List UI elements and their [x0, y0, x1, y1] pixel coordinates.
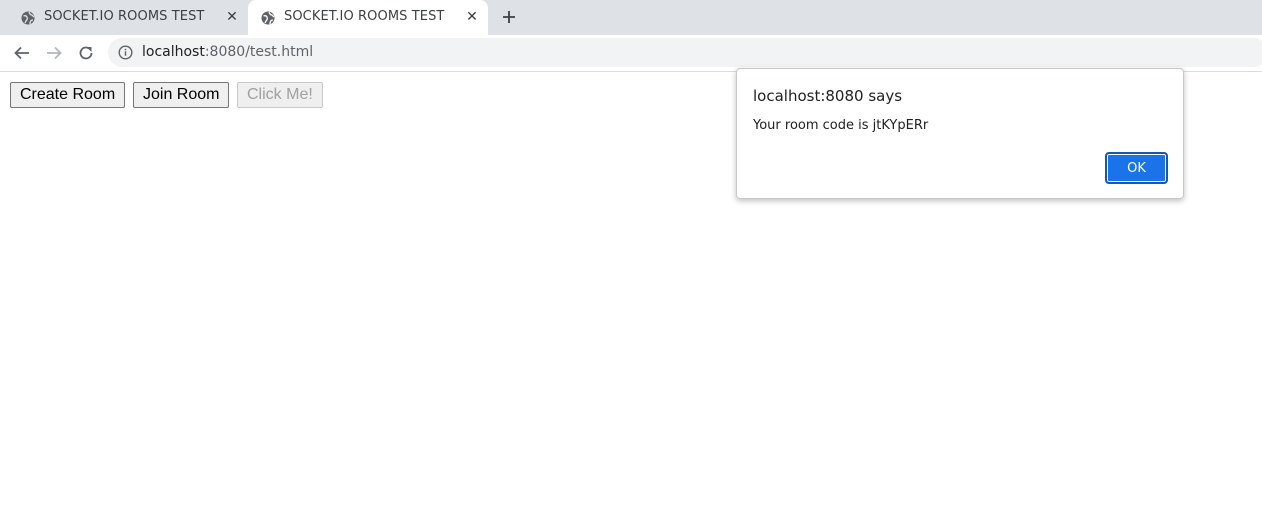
globe-icon — [260, 10, 276, 26]
tab-title: SOCKET.IO ROOMS TEST — [44, 9, 205, 24]
tab-inactive[interactable]: SOCKET.IO ROOMS TEST ✕ — [8, 0, 248, 35]
dialog-title: localhost:8080 says — [753, 87, 903, 105]
join-room-button[interactable]: Join Room — [133, 82, 230, 108]
reload-icon[interactable] — [75, 42, 97, 64]
url-path: :8080/test.html — [204, 44, 314, 60]
forward-arrow-icon[interactable] — [43, 42, 65, 64]
info-icon[interactable] — [118, 45, 133, 60]
create-room-button[interactable]: Create Room — [10, 82, 126, 108]
ok-button[interactable]: OK — [1105, 152, 1168, 184]
plus-icon[interactable] — [499, 7, 519, 27]
tab-title: SOCKET.IO ROOMS TEST — [284, 9, 445, 24]
close-icon[interactable]: ✕ — [224, 9, 240, 25]
back-arrow-icon[interactable] — [11, 42, 33, 64]
tab-strip: SOCKET.IO ROOMS TEST ✕ SOCKET.IO ROOMS T… — [0, 0, 1262, 35]
click-me-button: Click Me! — [237, 82, 323, 108]
alert-dialog: localhost:8080 says Your room code is jt… — [736, 68, 1184, 199]
close-icon[interactable]: ✕ — [464, 9, 480, 25]
globe-icon — [20, 10, 36, 26]
dialog-message: Your room code is jtKYpERr — [753, 118, 929, 133]
url-host: localhost — [142, 44, 205, 60]
url-text: localhost:8080/test.html — [142, 44, 313, 60]
address-bar[interactable]: localhost:8080/test.html — [108, 38, 1262, 67]
browser-toolbar: localhost:8080/test.html — [0, 35, 1262, 72]
tab-active[interactable]: SOCKET.IO ROOMS TEST ✕ — [248, 0, 488, 35]
